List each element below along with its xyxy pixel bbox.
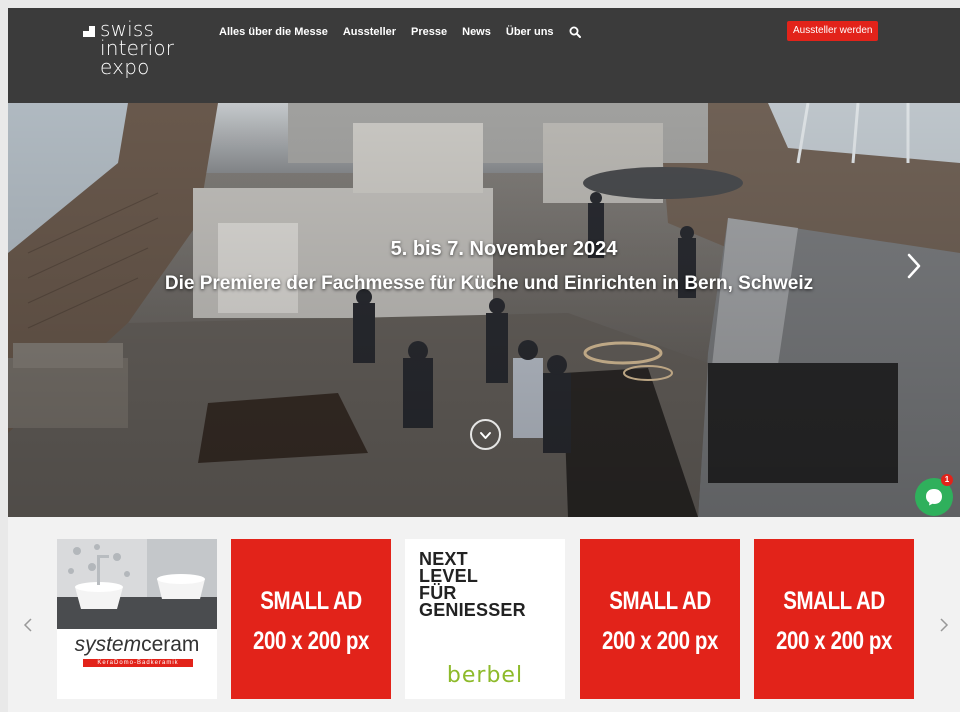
nav-item-presse[interactable]: Presse <box>411 26 447 38</box>
ad-carousel-prev[interactable] <box>22 615 34 635</box>
systemceram-brand-suffix: ceram <box>141 633 200 656</box>
ad-berbel[interactable]: NEXT LEVEL FÜR GENIESSER berbel <box>405 539 565 699</box>
aussteller-werden-button[interactable]: Aussteller werden <box>787 21 879 41</box>
nav-item-aussteller[interactable]: Aussteller <box>343 26 396 38</box>
small-ad-size: 200 x 200 px <box>776 627 892 655</box>
hero-next-arrow[interactable] <box>904 251 924 281</box>
small-ad-3[interactable]: SMALL AD 200 x 200 px <box>754 539 914 699</box>
chevron-down-icon <box>480 432 491 439</box>
systemceram-brand: systemceram <box>57 633 217 657</box>
nav-item-ueber-uns[interactable]: Über uns <box>506 26 554 38</box>
small-ad-size: 200 x 200 px <box>602 627 718 655</box>
hero-background-image <box>8 103 960 517</box>
small-ad-1[interactable]: SMALL AD 200 x 200 px <box>231 539 391 699</box>
nav-item-news[interactable]: News <box>462 26 491 38</box>
main-nav: Alles über die Messe Aussteller Presse N… <box>219 24 581 40</box>
hero-date: 5. bis 7. November 2024 <box>390 238 618 260</box>
small-ad-2[interactable]: SMALL AD 200 x 200 px <box>580 539 740 699</box>
chat-notification-badge: 1 <box>941 474 953 486</box>
hero-subtitle: Die Premiere der Fachmesse für Küche und… <box>164 273 814 294</box>
chevron-right-icon <box>940 618 949 632</box>
logo-text-line3: expo <box>100 55 150 79</box>
hero-slider: 5. bis 7. November 2024 Die Premiere der… <box>8 103 960 517</box>
site-header: swiss interior expo Alles über die Messe… <box>8 8 960 103</box>
berbel-slogan: NEXT LEVEL FÜR GENIESSER <box>419 550 526 620</box>
chat-bubble-icon <box>926 489 942 506</box>
ad-carousel-next[interactable] <box>938 615 950 635</box>
systemceram-brand-prefix: system <box>74 633 142 656</box>
berbel-slogan-line4: GENIESSER <box>419 600 526 620</box>
nav-item-messe[interactable]: Alles über die Messe <box>219 26 328 38</box>
ad-systemceram[interactable]: systemceram KeraDomo-Badkeramik <box>57 539 217 699</box>
systemceram-tagline: KeraDomo-Badkeramik <box>83 659 193 667</box>
small-ad-size: 200 x 200 px <box>253 627 369 655</box>
chevron-left-icon <box>23 618 32 632</box>
small-ad-title: SMALL AD <box>609 587 711 615</box>
small-ad-title: SMALL AD <box>260 587 362 615</box>
sink-product-image <box>57 539 217 629</box>
scroll-down-button[interactable] <box>470 419 501 450</box>
berbel-logo: berbel <box>446 663 524 688</box>
ad-carousel: systemceram KeraDomo-Badkeramik SMALL AD… <box>8 517 960 712</box>
chevron-right-icon <box>907 253 921 279</box>
page: swiss interior expo Alles über die Messe… <box>0 0 960 712</box>
logo-mark-icon <box>83 26 95 37</box>
small-ad-title: SMALL AD <box>783 587 885 615</box>
browser-viewport: swiss interior expo Alles über die Messe… <box>8 8 960 712</box>
search-icon[interactable] <box>569 26 581 38</box>
